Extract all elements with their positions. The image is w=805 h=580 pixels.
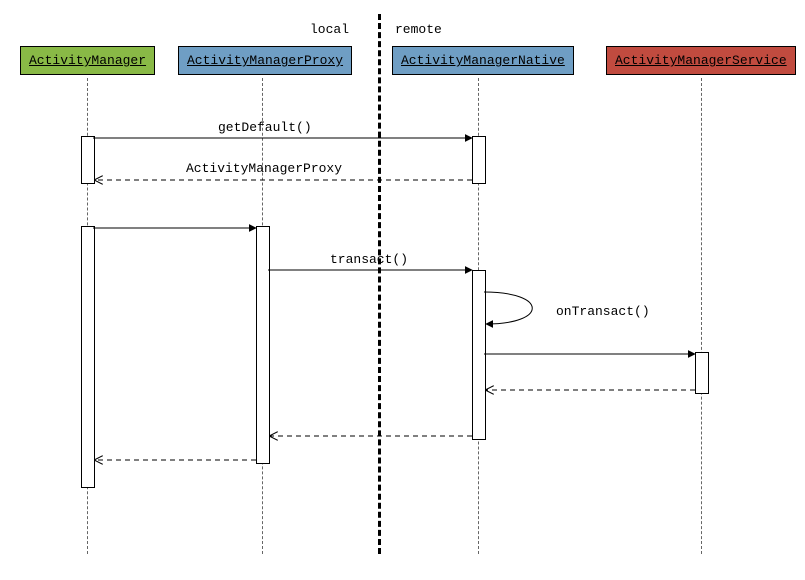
msg-label-getdefault: getDefault()	[218, 120, 312, 135]
activation-amn-2	[472, 270, 486, 440]
region-label-remote: remote	[395, 22, 442, 37]
sequence-diagram: local remote ActivityManager ActivityMan…	[0, 0, 805, 580]
msg-label-transact: transact()	[330, 252, 408, 267]
lifeline-ams	[701, 78, 702, 554]
participant-activitymanager: ActivityManager	[20, 46, 155, 75]
msg-label-returnproxy: ActivityManagerProxy	[186, 161, 342, 176]
msg-label-ontransact: onTransact()	[556, 304, 650, 319]
arrow-ontransact-self	[484, 292, 532, 324]
activation-ams-1	[695, 352, 709, 394]
activation-am-1	[81, 136, 95, 184]
participant-activitymanagerproxy: ActivityManagerProxy	[178, 46, 352, 75]
region-label-local: local	[310, 22, 349, 37]
participant-activitymanagernative: ActivityManagerNative	[392, 46, 574, 75]
arrows-layer	[0, 0, 805, 580]
activation-amp-1	[256, 226, 270, 464]
region-divider	[378, 14, 381, 554]
participant-activitymanagerservice: ActivityManagerService	[606, 46, 796, 75]
activation-amn-1	[472, 136, 486, 184]
activation-am-2	[81, 226, 95, 488]
